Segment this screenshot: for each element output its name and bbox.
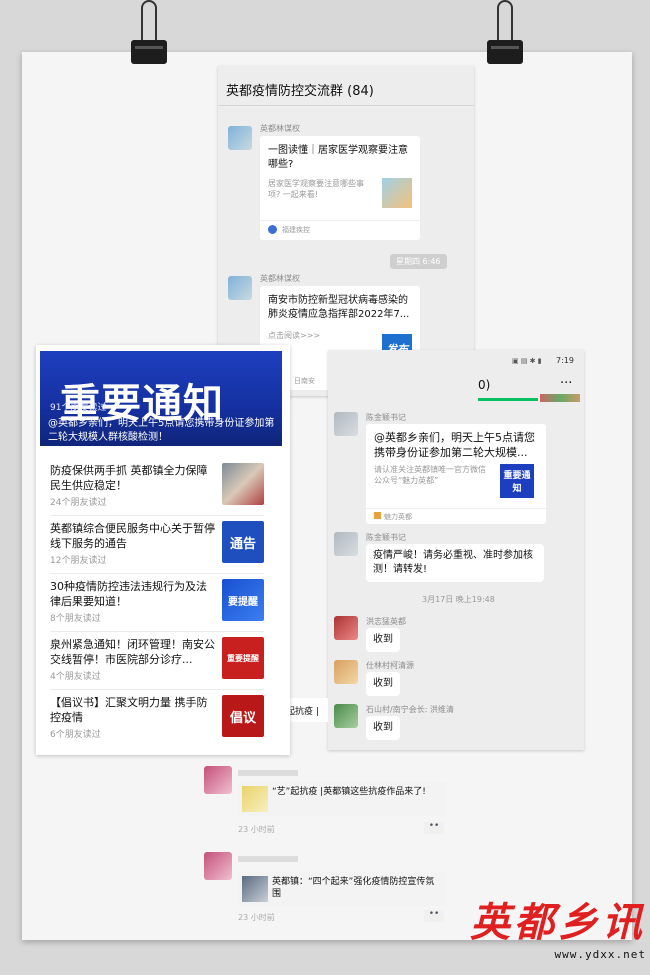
card-title: 南安市防控新型冠状病毒感染的肺炎疫情应急指挥部2022年7...: [268, 295, 410, 320]
card-source: 魅力英都: [384, 513, 412, 521]
banner-text: @英都乡亲们，明天上午5点请您携带身份证参加第二轮大规模人群核酸检测！: [48, 418, 275, 443]
sender-name: 仕林村柯清源: [366, 661, 414, 670]
sender-name: 英都林谋权: [260, 124, 300, 133]
binder-clip-left: [128, 0, 170, 66]
card-desc: 点击阅读>>>: [268, 331, 321, 340]
binder-clip-right: [484, 0, 526, 66]
chat-title: 英都疫情防控交流群 (84): [218, 66, 474, 106]
status-icons: ▣ ▤ ✱ ▮: [512, 357, 542, 365]
news-thumbnail: 倡议: [222, 695, 264, 737]
phone-chat-screenshot: ▣ ▤ ✱ ▮ 7:19 0) ··· 陈金颖书记 @英都乡亲们，明天上午5点请…: [328, 350, 584, 750]
more-button[interactable]: ···: [560, 376, 572, 391]
news-meta: 6个朋友读过: [50, 730, 101, 740]
watermark-title: 英都乡讯: [470, 899, 646, 946]
chat-title-fragment: 0): [478, 378, 491, 392]
link-thumbnail: [242, 786, 268, 812]
news-meta: 24个朋友读过: [50, 498, 107, 508]
news-item[interactable]: 泉州紧急通知！闭环管理！南安公交线暂停！市医院部分诊疗... 4个朋友读过 重要…: [50, 637, 288, 693]
card-title: @英都乡亲们，明天上午5点请您携带身份证参加第二轮大规模...: [374, 431, 535, 459]
blurred-name: [238, 856, 298, 862]
article-card[interactable]: @英都乡亲们，明天上午5点请您携带身份证参加第二轮大规模... 请认准关注英都镇…: [366, 424, 546, 524]
news-list-screenshot: 重要通知 91个朋友读过 @英都乡亲们，明天上午5点请您携带身份证参加第二轮大规…: [36, 345, 290, 755]
blurred-name: [238, 770, 298, 776]
status-bar: ▣ ▤ ✱ ▮ 7:19: [328, 350, 584, 372]
card-desc: 请认准关注英都镇唯一官方微信公众号“魅力英都”: [374, 465, 486, 485]
source-logo-icon: [374, 512, 381, 519]
moment-link[interactable]: 英都镇：“四个起来”强化疫情防控宣传氛围: [238, 872, 446, 906]
message-bubble: 疫情严峻！请务必重视、准时参加核测！请转发!: [366, 544, 544, 582]
article-card[interactable]: 一图读懂｜居家医学观察要注意哪些? 居家医学观察要注意哪些事项? 一起来看! 福…: [260, 136, 420, 240]
message-bubble: 收到: [366, 672, 400, 696]
news-thumbnail: 要提醒: [222, 579, 264, 621]
sender-name: 洪志猛英都: [366, 617, 406, 626]
news-thumbnail: 重要提醒: [222, 637, 264, 679]
sender-name: 陈金颖书记: [366, 533, 406, 542]
news-item[interactable]: 【倡议书】汇聚文明力量 携手防控疫情 6个朋友读过 倡议: [50, 695, 288, 751]
chat-timestamp: 3月17日 晚上19:48: [422, 595, 495, 604]
news-title: 防疫保供两手抓 英都镇全力保障民生供应稳定！: [50, 464, 208, 492]
link-thumbnail: [242, 876, 268, 902]
news-title: 【倡议书】汇聚文明力量 携手防控疫情: [50, 696, 208, 724]
news-meta: 8个朋友读过: [50, 614, 101, 624]
news-item[interactable]: 英都镇综合便民服务中心关于暂停线下服务的通告 12个朋友读过 通告: [50, 521, 288, 577]
news-item[interactable]: 30种疫情防控违法违规行为及法律后果要知道！ 8个朋友读过 要提醒: [50, 579, 288, 635]
message-bubble: 收到: [366, 628, 400, 652]
news-meta: 4个朋友读过: [50, 672, 101, 682]
avatar: [228, 126, 252, 150]
watermark-url: www.ydxx.net: [554, 948, 646, 961]
more-dots-button[interactable]: ••: [424, 822, 444, 834]
card-thumbnail: 重要通知: [500, 464, 534, 498]
progress-line: [478, 398, 538, 401]
banner-read-count: 91个朋友读过: [50, 403, 107, 413]
card-source: 福建疾控: [282, 226, 310, 234]
moment-link[interactable]: “艺”起抗疫 |英都镇这些抗疫作品来了!: [238, 782, 446, 816]
moment-time: 23 小时前: [238, 825, 275, 834]
moment-post[interactable]: 英都镇：“四个起来”强化疫情防控宣传氛围 23 小时前 ••: [198, 850, 452, 928]
status-time: 7:19: [556, 356, 574, 365]
news-item[interactable]: 防疫保供两手抓 英都镇全力保障民生供应稳定！ 24个朋友读过: [50, 463, 288, 519]
news-thumbnail: 通告: [222, 521, 264, 563]
news-title: 泉州紧急通知！闭环管理！南安公交线暂停！市医院部分诊疗...: [50, 638, 215, 666]
sender-name: 英都林谋权: [260, 274, 300, 283]
news-title: 英都镇综合便民服务中心关于暂停线下服务的通告: [50, 522, 215, 550]
more-dots-button[interactable]: ••: [424, 910, 444, 922]
card-desc: 居家医学观察要注意哪些事项? 一起来看!: [268, 179, 364, 199]
avatar: [334, 412, 358, 436]
message-time: 星期四 6:46: [390, 254, 447, 269]
sender-name: 陈金颖书记: [366, 413, 406, 422]
avatar: [334, 660, 358, 684]
moment-post[interactable]: “艺”起抗疫 |英都镇这些抗疫作品来了! 23 小时前 ••: [198, 764, 452, 840]
avatar: [334, 616, 358, 640]
card-title: 一图读懂｜居家医学观察要注意哪些?: [268, 145, 408, 170]
message-bubble: 收到: [366, 716, 400, 740]
link-title: 英都镇：“四个起来”强化疫情防控宣传氛围: [272, 877, 435, 899]
sender-name: 石山村/南宁会长: 洪维清: [366, 705, 454, 714]
avatar: [334, 704, 358, 728]
header-banner-strip: [540, 394, 580, 402]
card-thumbnail: [382, 178, 412, 208]
news-meta: 12个朋友读过: [50, 556, 107, 566]
news-thumbnail: [222, 463, 264, 505]
site-watermark: 英都乡讯 www.ydxx.net: [470, 890, 646, 961]
avatar: [204, 766, 232, 794]
avatar: [204, 852, 232, 880]
moment-time: 23 小时前: [238, 913, 275, 922]
news-title: 30种疫情防控违法违规行为及法律后果要知道！: [50, 580, 207, 608]
news-banner[interactable]: 重要通知 91个朋友读过 @英都乡亲们，明天上午5点请您携带身份证参加第二轮大规…: [40, 351, 282, 446]
card-source: 日南安: [294, 377, 315, 385]
avatar: [334, 532, 358, 556]
avatar: [228, 276, 252, 300]
source-logo-icon: [268, 225, 277, 234]
link-title: “艺”起抗疫 |英都镇这些抗疫作品来了!: [272, 787, 426, 797]
